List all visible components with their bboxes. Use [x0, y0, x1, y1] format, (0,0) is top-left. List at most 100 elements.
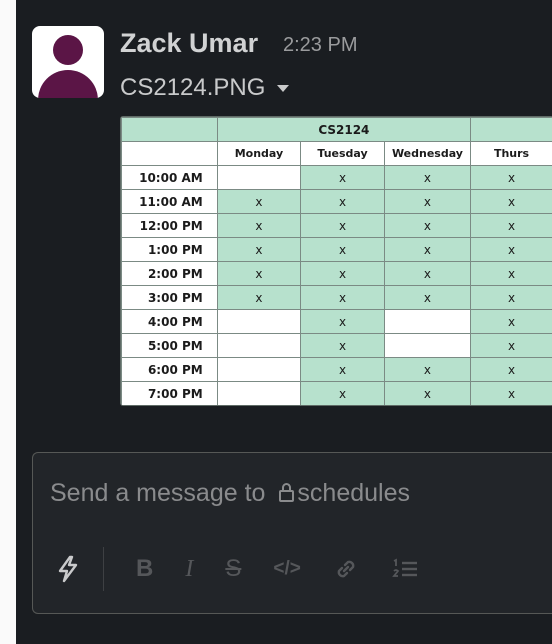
avatar-body-shape	[38, 70, 98, 98]
time-slot-label: 7:00 PM	[121, 381, 218, 405]
code-button[interactable]: </>	[273, 558, 300, 580]
avatar-head-shape	[53, 35, 83, 65]
numbered-list-button[interactable]	[391, 556, 419, 582]
time-slot-label: 2:00 PM	[121, 261, 218, 286]
time-slot-label: 11:00 AM	[121, 189, 218, 214]
message-composer[interactable]: Send a message to schedules B I S </>	[32, 452, 552, 614]
sheet-corner-cell	[121, 117, 218, 142]
busy-slot-cell: x	[300, 381, 385, 405]
busy-slot-cell: x	[470, 357, 552, 382]
bold-button[interactable]: B	[136, 555, 153, 583]
busy-slot-cell: x	[300, 213, 385, 238]
avatar[interactable]	[32, 26, 104, 98]
time-slot-label: 1:00 PM	[121, 237, 218, 262]
image-attachment[interactable]: CS2124 Monday Tuesday Wednesday Thurs 10:00…	[120, 116, 552, 406]
busy-slot-cell: x	[216, 189, 302, 214]
time-slot-label: 6:00 PM	[121, 357, 218, 382]
left-window-edge	[0, 0, 16, 644]
time-slot-label: 10:00 AM	[121, 165, 218, 190]
time-slot-label: 5:00 PM	[121, 333, 218, 358]
message-timestamp[interactable]: 2:23 PM	[283, 34, 357, 57]
free-slot-cell	[216, 357, 302, 382]
busy-slot-cell: x	[383, 237, 472, 262]
lightning-icon	[58, 555, 78, 583]
busy-slot-cell: x	[383, 189, 472, 214]
schedule-row: 3:00 PM x x x x	[121, 285, 552, 310]
sheet-title: CS2124	[216, 117, 472, 142]
link-button[interactable]	[333, 556, 359, 582]
day-header: Wednesday	[383, 141, 472, 166]
busy-slot-cell: x	[470, 165, 552, 190]
message-input[interactable]: Send a message to schedules	[50, 479, 410, 508]
busy-slot-cell: x	[300, 189, 385, 214]
busy-slot-cell: x	[216, 261, 302, 286]
schedule-row: 5:00 PM x x	[121, 333, 552, 358]
free-slot-cell	[216, 165, 302, 190]
free-slot-cell	[383, 309, 472, 334]
busy-slot-cell: x	[216, 213, 302, 238]
time-slot-label: 4:00 PM	[121, 309, 218, 334]
busy-slot-cell: x	[300, 333, 385, 358]
schedule-row: 7:00 PM x x x	[121, 381, 552, 405]
link-icon	[337, 560, 355, 578]
code-icon: </>	[273, 558, 301, 579]
schedule-row: 12:00 PM x x x x	[121, 213, 552, 238]
schedule-row: 4:00 PM x x	[121, 309, 552, 334]
busy-slot-cell: x	[300, 357, 385, 382]
busy-slot-cell: x	[300, 285, 385, 310]
schedule-row: 1:00 PM x x x x	[121, 237, 552, 262]
file-name-toggle[interactable]: CS2124.PNG	[120, 74, 290, 102]
busy-slot-cell: x	[470, 189, 552, 214]
italic-button[interactable]: I	[185, 556, 193, 583]
busy-slot-cell: x	[383, 285, 472, 310]
busy-slot-cell: x	[470, 333, 552, 358]
caret-down-icon	[277, 84, 290, 92]
numbered-list-icon	[391, 558, 417, 577]
file-name: CS2124.PNG	[120, 74, 266, 101]
day-header-blank	[121, 141, 218, 166]
day-header: Thurs	[470, 141, 552, 166]
bold-icon: B	[136, 555, 154, 582]
busy-slot-cell: x	[470, 213, 552, 238]
toolbar-divider	[103, 547, 104, 591]
formatting-toolbar: B I S </>	[55, 545, 451, 593]
busy-slot-cell: x	[216, 237, 302, 262]
schedule-row: 2:00 PM x x x x	[121, 261, 552, 286]
free-slot-cell	[383, 333, 472, 358]
schedule-row: 10:00 AM x x x	[121, 165, 552, 190]
channel-name: schedules	[297, 479, 410, 507]
busy-slot-cell: x	[300, 309, 385, 334]
schedule-row: 6:00 PM x x x	[121, 357, 552, 382]
busy-slot-cell: x	[383, 165, 472, 190]
shortcuts-button[interactable]	[55, 555, 81, 583]
day-header: Monday	[216, 141, 302, 166]
sender-name[interactable]: Zack Umar	[120, 28, 258, 59]
busy-slot-cell: x	[216, 285, 302, 310]
busy-slot-cell: x	[470, 381, 552, 405]
free-slot-cell	[216, 309, 302, 334]
busy-slot-cell: x	[300, 237, 385, 262]
free-slot-cell	[216, 381, 302, 405]
busy-slot-cell: x	[383, 261, 472, 286]
message-input-placeholder: Send a message to	[50, 479, 266, 507]
strikethrough-button[interactable]: S	[225, 555, 241, 583]
busy-slot-cell: x	[300, 261, 385, 286]
busy-slot-cell: x	[383, 213, 472, 238]
schedule-row: 11:00 AM x x x x	[121, 189, 552, 214]
time-slot-label: 3:00 PM	[121, 285, 218, 310]
day-header: Tuesday	[300, 141, 385, 166]
busy-slot-cell: x	[470, 309, 552, 334]
time-slot-label: 12:00 PM	[121, 213, 218, 238]
schedule-table: CS2124 Monday Tuesday Wednesday Thurs 10:00…	[121, 117, 552, 405]
lock-icon	[279, 482, 295, 502]
busy-slot-cell: x	[300, 165, 385, 190]
busy-slot-cell: x	[470, 261, 552, 286]
busy-slot-cell: x	[383, 357, 472, 382]
busy-slot-cell: x	[470, 285, 552, 310]
italic-icon: I	[185, 555, 194, 582]
strikethrough-icon: S	[225, 555, 242, 582]
free-slot-cell	[216, 333, 302, 358]
busy-slot-cell: x	[470, 237, 552, 262]
sheet-title-extra-cell	[470, 117, 552, 142]
busy-slot-cell: x	[383, 381, 472, 405]
